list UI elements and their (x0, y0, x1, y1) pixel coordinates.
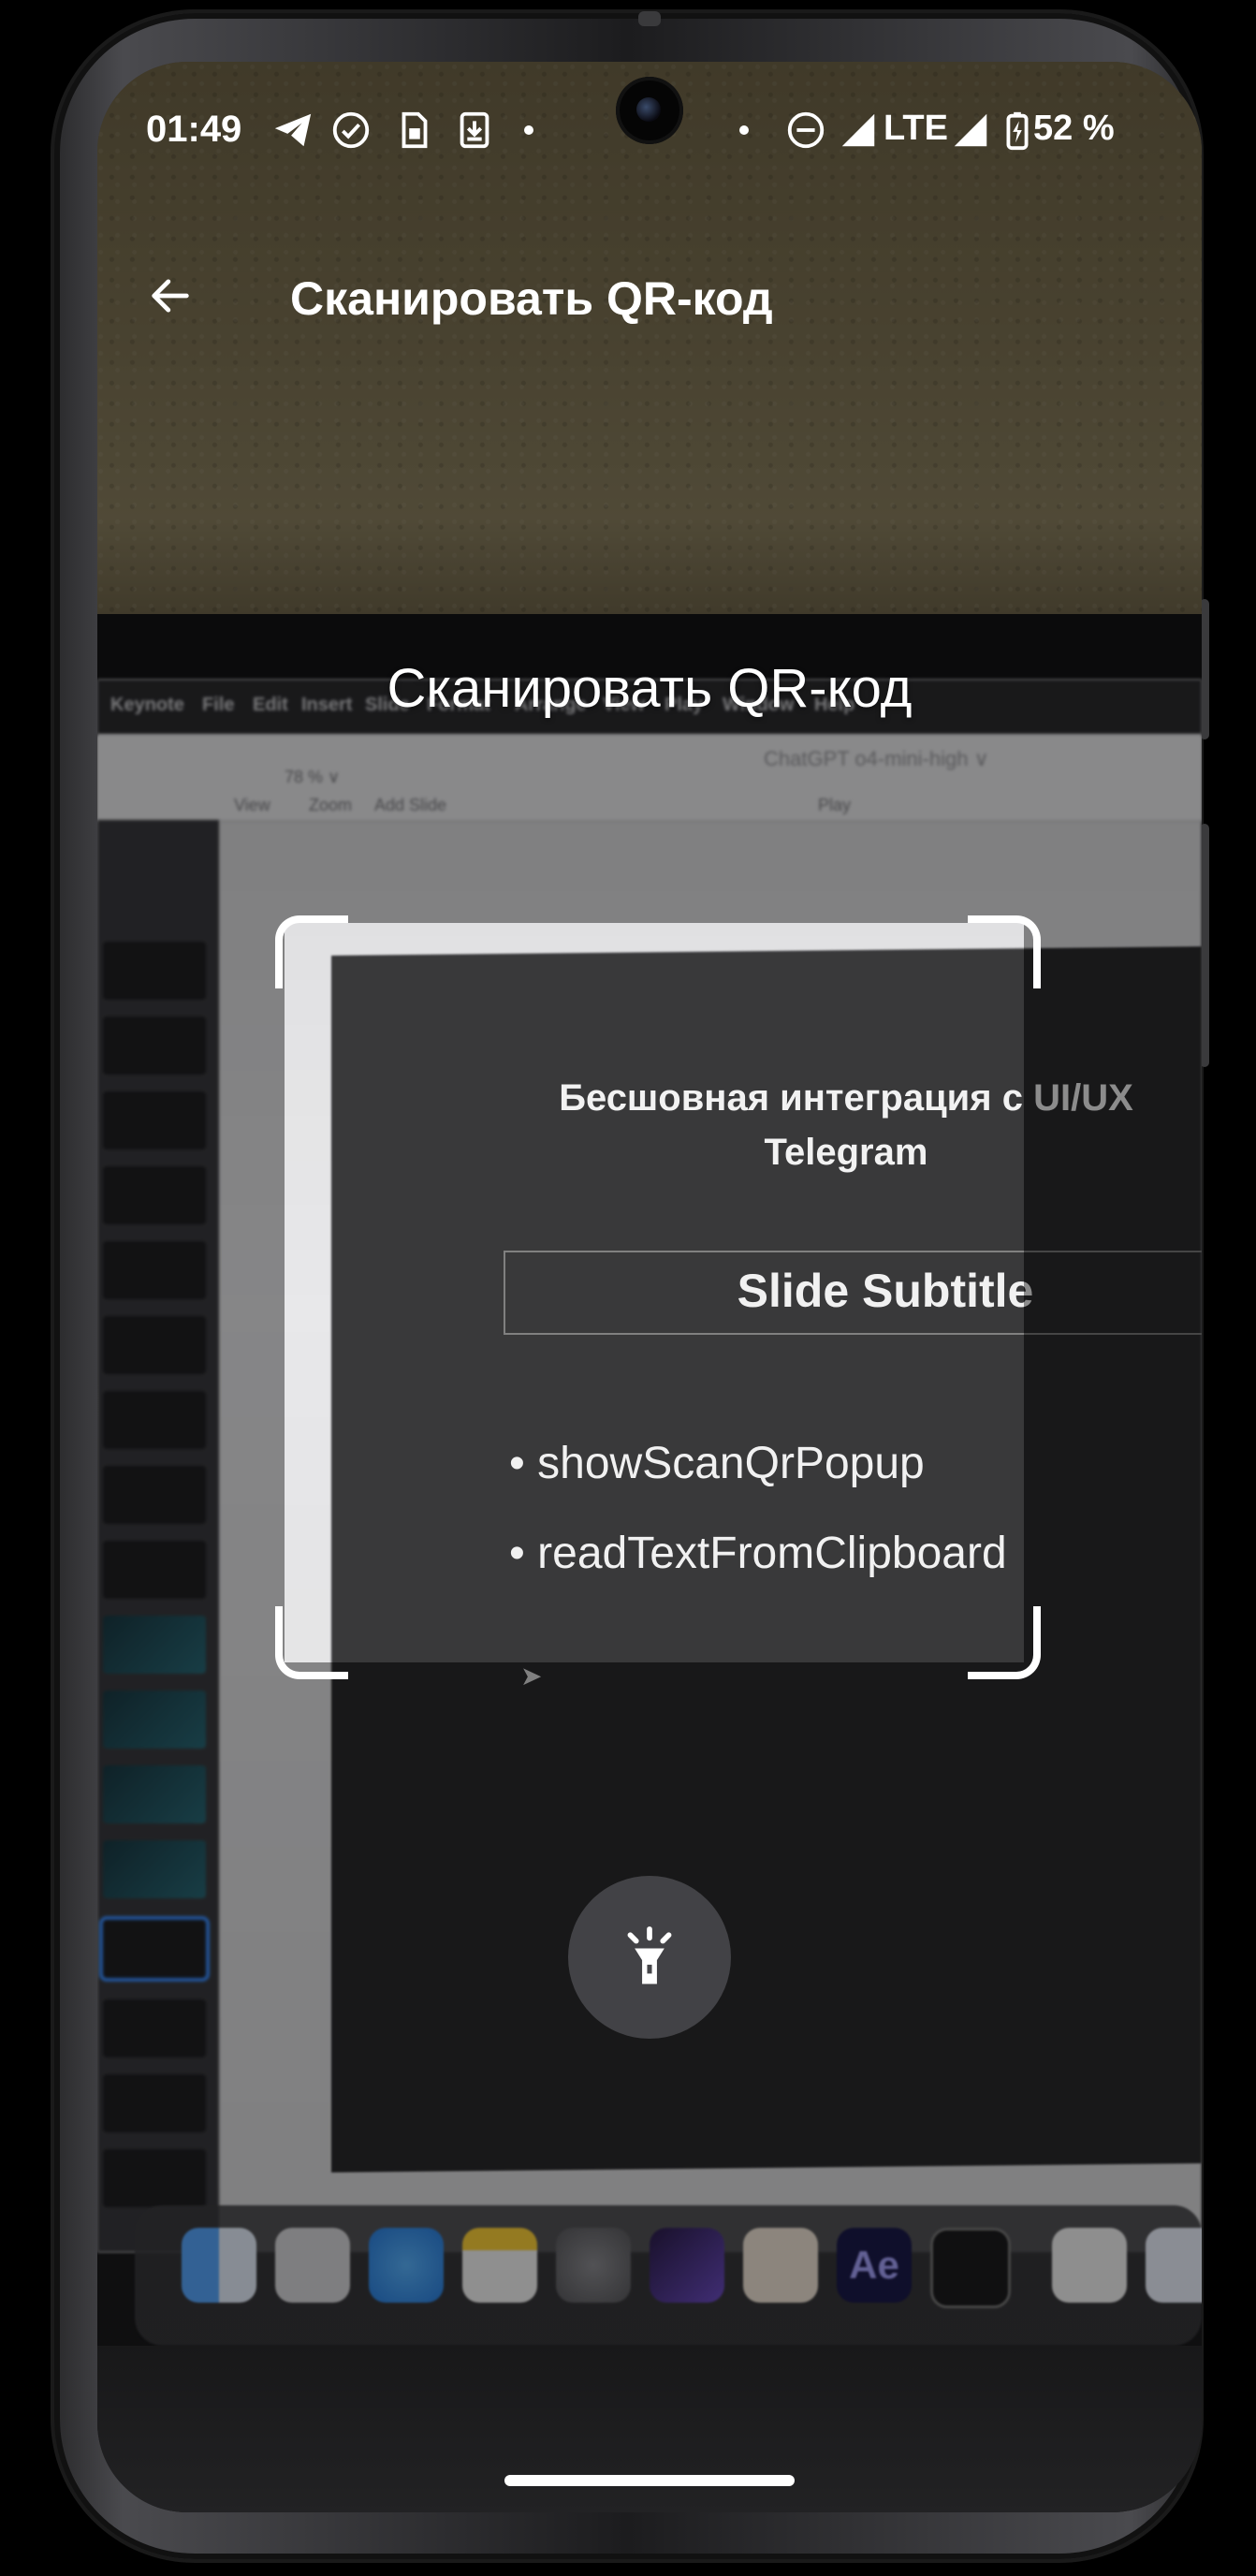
status-time: 01:49 (146, 109, 242, 150)
page-title: Сканировать QR-код (290, 272, 773, 325)
signal-icon-2 (954, 113, 987, 147)
signal-icon (841, 113, 875, 147)
battery-percentage: 52 % (1033, 109, 1115, 148)
scan-window (285, 923, 1024, 1662)
top-antenna (638, 11, 661, 26)
back-button[interactable] (131, 256, 210, 335)
telegram-icon (274, 113, 312, 147)
home-indicator[interactable] (504, 2475, 795, 2486)
scan-overlay-right (1024, 923, 1202, 1662)
scan-hint-text: Сканировать QR-код (387, 658, 913, 719)
check-circle-icon (332, 111, 370, 149)
status-bar: 01:49 LTE 52 % (97, 62, 1202, 202)
app-bar: Сканировать QR-код (97, 240, 1202, 352)
dnd-icon (787, 111, 825, 149)
scan-frame-corner (275, 915, 348, 988)
scan-frame-corner (275, 1606, 348, 1679)
flashlight-button[interactable] (568, 1876, 731, 2039)
flashlight-icon (627, 1926, 672, 1984)
download-icon (460, 111, 489, 149)
scan-frame-corner (968, 915, 1041, 988)
scan-overlay-left (97, 923, 285, 1662)
arrow-back-icon (152, 279, 189, 313)
sim-settings-icon (402, 111, 428, 149)
notification-dot (739, 125, 749, 135)
scan-frame-corner (968, 1606, 1041, 1679)
phone-screen: Keynote File Edit Insert Slide Format Ar… (97, 62, 1202, 2512)
scan-overlay-bottom (97, 1662, 1202, 2512)
front-camera (616, 77, 683, 144)
network-type: LTE (884, 109, 948, 148)
notification-dot (524, 125, 533, 135)
